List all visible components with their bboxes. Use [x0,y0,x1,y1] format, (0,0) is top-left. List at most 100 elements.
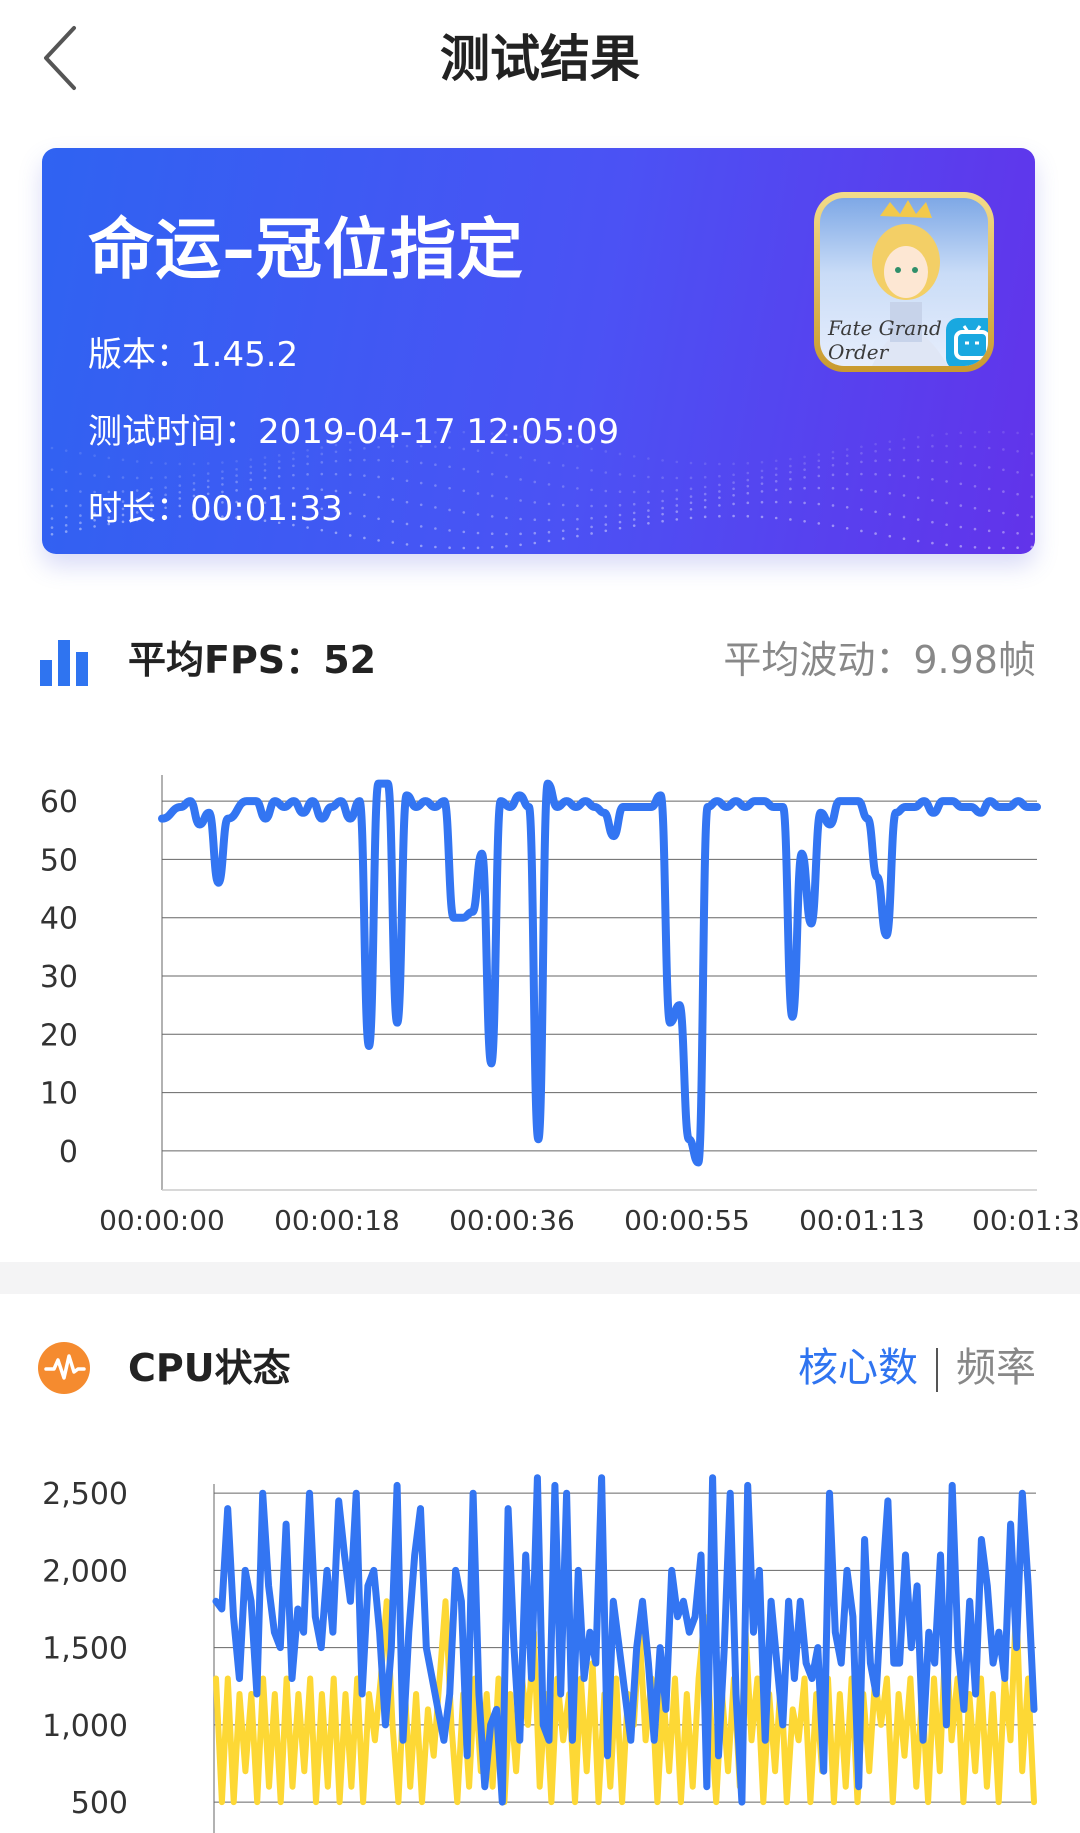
particle-dot [845,454,849,457]
particle-dot [987,487,991,491]
particle-dot [263,456,267,459]
particle-dot [576,527,579,531]
cpu-status-title: CPU状态 [128,1346,291,1390]
particle-dot [618,503,622,507]
particle-dot [647,501,650,505]
particle-dot [732,481,735,484]
particle-dot [391,477,395,481]
particle-dot [1002,546,1005,550]
particle-dot [348,534,352,537]
particle-dot [746,471,750,475]
particle-dot [277,466,281,470]
fps-y-tick-label: 40 [40,902,78,937]
particle-dot [50,532,54,536]
particle-dot [1002,468,1005,472]
particle-dot [945,444,948,448]
particle-dot [519,499,522,502]
particle-dot [689,487,693,491]
particle-dot [50,526,54,529]
particle-dot [235,474,238,477]
tab-core-count[interactable]: 核心数 [798,1345,918,1391]
particle-dot [1030,452,1034,455]
particle-dot [888,473,892,477]
particle-dot [1002,530,1005,534]
particle-dot [987,509,991,513]
particle-dot [874,510,877,514]
particle-dot [576,466,579,470]
particle-dot [434,506,437,509]
particle-dot [874,459,877,463]
particle-dot [647,475,650,479]
particle-dot [831,473,835,477]
tab-frequency[interactable]: 频率 [956,1345,1036,1391]
particle-dot [987,446,991,450]
particle-dot [746,478,750,482]
particle-dot [1030,515,1034,519]
particle-dot [803,486,806,490]
particle-dot [817,459,821,463]
particle-dot [391,520,395,523]
particle-dot [888,534,892,538]
particle-dot [505,516,508,520]
particle-dot [647,509,650,512]
particle-dot [916,476,920,479]
fps-x-tick-label: 00:00:00 [99,1204,225,1230]
particle-dot [490,532,494,536]
particle-dot [675,488,679,492]
particle-dot [121,476,125,479]
particle-dot [490,472,494,476]
particle-dot [1016,449,1019,453]
particle-dot [1016,492,1019,496]
particle-dot [519,517,522,521]
particle-dot [604,515,608,519]
fps-x-tick-label: 00:00:18 [274,1204,400,1230]
particle-dot [533,501,537,504]
particle-dot [618,520,622,524]
particle-dot [561,518,565,522]
particle-dot [490,545,494,549]
particle-dot [931,541,934,545]
particle-dot [632,502,636,506]
particle-dot [760,460,764,464]
particle-dot [732,462,735,466]
particle-dot [987,529,991,533]
particle-dot [746,501,750,505]
particle-dot [959,482,963,486]
test-time-value: 2019-04-17 12:05:09 [258,412,620,452]
particle-dot [448,546,451,550]
particle-dot [277,475,281,478]
particle-dot [221,483,224,486]
particle-dot [774,473,778,477]
particle-dot [661,499,664,503]
test-time-label: 测试时间： [88,412,258,452]
particle-dot [718,496,721,499]
particle-dot [689,461,693,465]
particle-dot [320,461,324,464]
particle-dot [902,446,906,450]
particle-dot [718,504,721,507]
particle-dot [419,481,423,485]
particle-dot [1030,495,1034,499]
particle-dot [732,487,735,491]
particle-dot [732,502,735,506]
particle-dot [789,500,792,504]
particle-dot [874,449,877,453]
particle-dot [675,504,679,507]
particle-dot [377,475,380,479]
particle-dot [817,474,821,478]
particle-dot [50,517,54,520]
particle-dot [363,514,366,518]
particle-dot [547,483,551,486]
particle-dot [789,518,792,521]
fps-y-tick-label: 20 [40,1018,78,1053]
particle-dot [306,473,309,476]
particle-dot [476,492,480,495]
particle-dot [1002,511,1005,515]
particle-dot [945,480,948,483]
particle-dot [263,476,267,480]
particle-dot [334,459,338,463]
particle-dot [789,477,792,481]
particle-dot [292,457,295,461]
avg-fluctuation: 平均波动：9.98帧 [723,634,1036,686]
particle-dot [760,469,764,473]
